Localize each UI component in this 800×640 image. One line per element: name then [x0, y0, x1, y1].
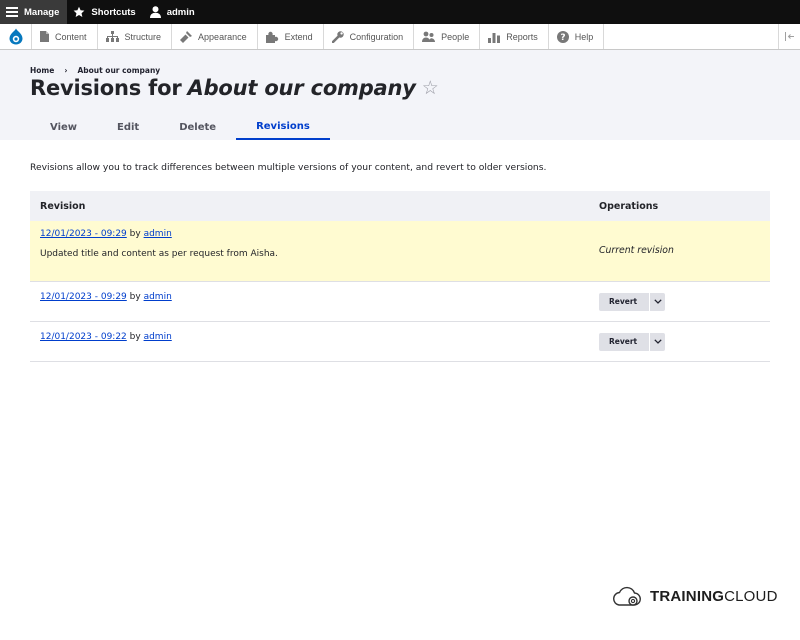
table-row: 12/01/2023 - 09:29 by admin Updated titl… — [30, 221, 770, 282]
menu-item-reports[interactable]: Reports — [480, 24, 549, 49]
revision-date-link[interactable]: 12/01/2023 - 09:29 — [40, 292, 127, 302]
revision-date-link[interactable]: 12/01/2023 - 09:22 — [40, 332, 127, 342]
brand-part-training: TRAINING — [650, 587, 725, 605]
table-header-row: Revision Operations — [30, 191, 770, 221]
revision-by: by — [129, 331, 141, 342]
menu-item-configuration[interactable]: Configuration — [324, 24, 415, 49]
svg-text:?: ? — [560, 33, 565, 43]
menu-label-structure: Structure — [124, 31, 162, 42]
cloud-icon — [613, 586, 641, 606]
menu-label-appearance: Appearance — [198, 31, 247, 42]
revision-cell: 12/01/2023 - 09:29 by admin Updated titl… — [30, 221, 589, 282]
user-icon — [149, 6, 161, 18]
manage-label: Manage — [24, 6, 60, 18]
star-icon — [73, 6, 85, 17]
chevron-down-icon — [653, 299, 662, 304]
menu-item-people[interactable]: People — [414, 24, 481, 49]
tab-revisions[interactable]: Revisions — [236, 114, 330, 140]
dropbutton-toggle[interactable] — [649, 332, 665, 351]
appearance-icon — [180, 30, 193, 43]
admin-toolbar: Manage Shortcuts admin — [0, 0, 800, 24]
menu-label-reports: Reports — [506, 31, 538, 42]
breadcrumb-separator: › — [64, 66, 68, 75]
structure-icon — [105, 31, 119, 42]
revision-author-link[interactable]: admin — [144, 229, 172, 239]
tray-spacer — [604, 24, 778, 49]
column-header-operations: Operations — [589, 191, 770, 221]
shortcuts-toolbar-tab[interactable]: Shortcuts — [67, 0, 143, 24]
menu-label-extend: Extend — [284, 31, 313, 42]
trainingcloud-logo: TRAININGCLOUD — [612, 584, 778, 608]
menu-label-people: People — [441, 31, 470, 42]
brand-part-cloud: CLOUD — [724, 587, 778, 605]
revision-by: by — [129, 291, 141, 302]
page-title-prefix: Revisions for — [30, 76, 182, 100]
tab-delete[interactable]: Delete — [159, 114, 236, 140]
table-row: 12/01/2023 - 09:29 by admin Revert — [30, 281, 770, 322]
shortcuts-label: Shortcuts — [91, 6, 136, 18]
help-icon: ? — [556, 30, 569, 43]
breadcrumb-home[interactable]: Home — [30, 66, 54, 75]
table-row: 12/01/2023 - 09:22 by admin Revert — [30, 321, 770, 362]
people-icon — [422, 31, 436, 42]
menu-item-help[interactable]: ? Help — [549, 24, 605, 49]
page-title-node: About our company — [187, 76, 416, 100]
dropbutton-toggle[interactable] — [649, 292, 665, 311]
manage-toolbar-tab[interactable]: Manage — [0, 0, 68, 24]
user-label: admin — [166, 6, 195, 18]
reports-icon — [488, 32, 501, 43]
tab-edit[interactable]: Edit — [97, 114, 159, 140]
admin-menu-tray: Content Structure Appearance Extend Conf… — [0, 24, 800, 50]
page-title: Revisions for About our company ☆ — [30, 76, 439, 100]
current-revision-label: Current revision — [599, 245, 674, 257]
revert-button[interactable]: Revert — [599, 333, 649, 351]
tab-view[interactable]: View — [30, 114, 97, 140]
revert-dropbutton: Revert — [599, 292, 666, 311]
breadcrumb-current[interactable]: About our company — [77, 66, 160, 75]
revision-date-link[interactable]: 12/01/2023 - 09:29 — [40, 229, 127, 239]
menu-label-configuration: Configuration — [349, 31, 404, 42]
menu-label-content: Content — [55, 31, 87, 42]
menu-item-content[interactable]: Content — [32, 24, 98, 49]
menu-label-help: Help — [574, 31, 594, 42]
shortcut-star-icon[interactable]: ☆ — [422, 77, 439, 99]
revision-by: by — [129, 229, 141, 239]
revision-author-link[interactable]: admin — [144, 292, 172, 302]
chevron-down-icon — [653, 339, 662, 344]
primary-tabs: View Edit Delete Revisions — [30, 114, 330, 140]
operations-cell: Revert — [589, 281, 770, 322]
revision-author-link[interactable]: admin — [144, 332, 172, 342]
menu-item-extend[interactable]: Extend — [258, 24, 324, 49]
revision-log-message: Updated title and content as per request… — [40, 249, 278, 259]
hamburger-icon — [6, 7, 18, 17]
menu-item-structure[interactable]: Structure — [98, 24, 173, 49]
breadcrumb: Home › About our company — [30, 66, 160, 75]
page-header: Home › About our company Revisions for A… — [0, 50, 800, 140]
revision-cell: 12/01/2023 - 09:29 by admin — [30, 281, 589, 322]
revert-dropbutton: Revert — [599, 332, 666, 351]
tray-orientation-toggle[interactable] — [778, 24, 800, 49]
drupal-logo-icon — [9, 28, 22, 45]
extend-icon — [265, 31, 278, 43]
revision-cell: 12/01/2023 - 09:22 by admin — [30, 321, 589, 362]
brand-wordmark: TRAININGCLOUD — [650, 588, 778, 605]
revert-button[interactable]: Revert — [599, 293, 649, 311]
column-header-revision: Revision — [30, 191, 589, 221]
operations-cell: Current revision — [589, 221, 770, 282]
user-toolbar-tab[interactable]: admin — [144, 0, 203, 24]
operations-cell: Revert — [589, 321, 770, 362]
revisions-table: Revision Operations 12/01/2023 - 09:29 b… — [30, 191, 770, 362]
menu-item-appearance[interactable]: Appearance — [172, 24, 258, 49]
drupal-home-link[interactable] — [0, 24, 32, 49]
collapse-left-icon — [784, 32, 794, 41]
content-icon — [40, 31, 49, 42]
configuration-icon — [331, 30, 344, 43]
revisions-intro-text: Revisions allow you to track differences… — [30, 162, 547, 173]
